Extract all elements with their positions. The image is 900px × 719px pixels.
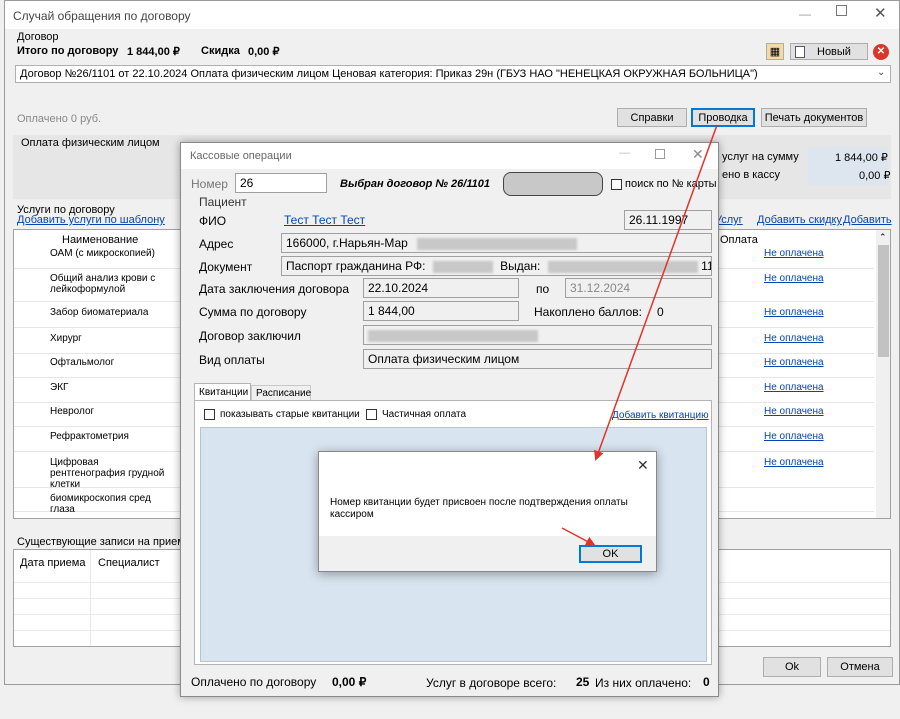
arrow-posting-to-message [594,124,718,461]
annotation-arrows [561,124,718,546]
arrow-to-ok-button [561,527,596,546]
